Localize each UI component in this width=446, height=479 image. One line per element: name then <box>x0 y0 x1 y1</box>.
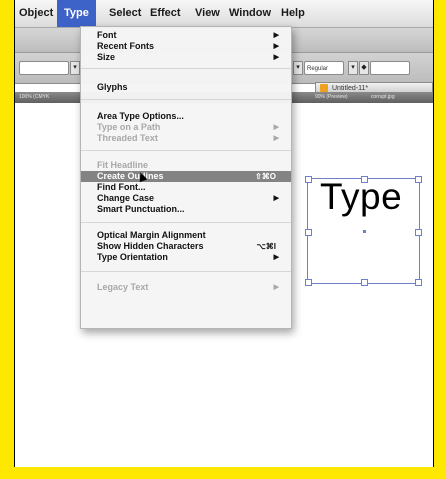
submenu-arrow-icon: ▶ <box>273 284 279 291</box>
handle-top-right[interactable] <box>415 176 422 183</box>
menu-item-label: Threaded Text <box>97 133 158 143</box>
menu-effect[interactable]: Effect <box>150 0 181 27</box>
menu-separator <box>81 99 291 100</box>
menu-item-label: Fit Headline <box>97 160 149 170</box>
menu-item-shortcut: ⌥⌘I <box>256 242 276 251</box>
submenu-arrow-icon: ▶ <box>273 135 279 142</box>
menu-item-smart-punctuation[interactable]: Smart Punctuation... <box>81 204 291 215</box>
menu-item-label: Font <box>97 30 117 40</box>
menu-item-label: Show Hidden Characters <box>97 241 204 251</box>
menu-item-area-type-options[interactable]: Area Type Options... <box>81 111 291 122</box>
menu-item-glyphs[interactable]: Glyphs <box>81 82 291 93</box>
menu-item-threaded-text[interactable]: Threaded Text ▶ <box>81 133 291 144</box>
menu-item-legacy-text[interactable]: Legacy Text ▶ <box>81 282 291 293</box>
menu-view[interactable]: View <box>195 0 220 27</box>
style-dropdown-button[interactable]: ▾ <box>293 61 303 75</box>
menu-select[interactable]: Select <box>109 0 141 27</box>
menu-separator <box>81 222 291 223</box>
menu-item-change-case[interactable]: Change Case ▶ <box>81 193 291 204</box>
app-window: Object Type Select Effect View Window He… <box>14 0 434 467</box>
size-dropdown-button[interactable]: ▾ <box>348 61 358 75</box>
submenu-arrow-icon: ▶ <box>273 195 279 202</box>
menu-item-label: Glyphs <box>97 82 128 92</box>
menu-item-shortcut: ⇧⌘O <box>255 172 276 181</box>
font-field[interactable] <box>19 61 69 75</box>
doc-tab-label-1[interactable]: 100% (CMYK <box>19 92 49 103</box>
canvas-type-text[interactable]: Type <box>320 176 402 218</box>
submenu-arrow-icon: ▶ <box>273 43 279 50</box>
text-selection-box[interactable]: Type <box>305 176 422 286</box>
menu-item-label: Type on a Path <box>97 122 161 132</box>
size-field[interactable] <box>370 61 410 75</box>
handle-bottom-right[interactable] <box>415 279 422 286</box>
menu-item-create-outlines[interactable]: Create Outlines ⇧⌘O <box>81 170 291 183</box>
menu-item-label: Recent Fonts <box>97 41 155 51</box>
menu-type[interactable]: Type <box>57 0 96 27</box>
font-dropdown[interactable]: ▾ <box>70 61 80 75</box>
menu-separator <box>81 150 291 151</box>
menu-help[interactable]: Help <box>281 0 305 27</box>
handle-middle-left[interactable] <box>305 229 312 236</box>
handle-bottom-left[interactable] <box>305 279 312 286</box>
menu-item-label: Smart Punctuation... <box>97 204 185 214</box>
menu-item-label: Find Font... <box>97 182 146 192</box>
doc-tab-label-3[interactable]: corrupt.jpg <box>371 92 395 103</box>
menu-separator <box>81 271 291 272</box>
menu-window[interactable]: Window <box>229 0 271 27</box>
menu-item-label: Size <box>97 52 116 62</box>
submenu-arrow-icon: ▶ <box>273 32 279 39</box>
menu-item-show-hidden-characters[interactable]: Show Hidden Characters ⌥⌘I <box>81 241 291 252</box>
submenu-arrow-icon: ▶ <box>273 254 279 261</box>
menu-item-label: Optical Margin Alignment <box>97 230 206 240</box>
size-stepper[interactable]: ◆ <box>359 61 369 75</box>
center-point <box>363 230 366 233</box>
menu-separator <box>81 68 291 69</box>
type-menu: Font ▶ Recent Fonts ▶ Size ▶ Glyphs Area… <box>80 26 292 329</box>
font-style-field[interactable]: Regular <box>304 61 344 75</box>
doc-tab-label-2[interactable]: 90% (Preview) <box>315 92 348 103</box>
handle-middle-right[interactable] <box>415 229 422 236</box>
menu-item-label: Create Outlines <box>97 171 164 181</box>
menu-item-label: Change Case <box>97 193 155 203</box>
menu-object[interactable]: Object <box>19 0 53 27</box>
menu-item-find-font[interactable]: Find Font... <box>81 182 291 193</box>
menu-item-label: Legacy Text <box>97 282 149 292</box>
menu-item-recent-fonts[interactable]: Recent Fonts ▶ <box>81 41 291 52</box>
menu-item-label: Type Orientation <box>97 252 168 262</box>
menu-item-label: Area Type Options... <box>97 111 184 121</box>
menu-item-type-orientation[interactable]: Type Orientation ▶ <box>81 252 291 263</box>
menu-item-type-on-a-path[interactable]: Type on a Path ▶ <box>81 122 291 133</box>
menu-item-size[interactable]: Size ▶ <box>81 52 291 63</box>
document-title: Untitled-11* <box>332 85 369 92</box>
menu-item-fit-headline[interactable]: Fit Headline <box>81 160 291 171</box>
menu-item-font[interactable]: Font ▶ <box>81 30 291 41</box>
menu-item-optical-margin-alignment[interactable]: Optical Margin Alignment <box>81 230 291 241</box>
document-icon <box>320 84 328 92</box>
submenu-arrow-icon: ▶ <box>273 54 279 61</box>
handle-bottom-center[interactable] <box>361 279 368 286</box>
submenu-arrow-icon: ▶ <box>273 124 279 131</box>
handle-top-left[interactable] <box>305 176 312 183</box>
menu-bar: Object Type Select Effect View Window He… <box>15 0 433 28</box>
